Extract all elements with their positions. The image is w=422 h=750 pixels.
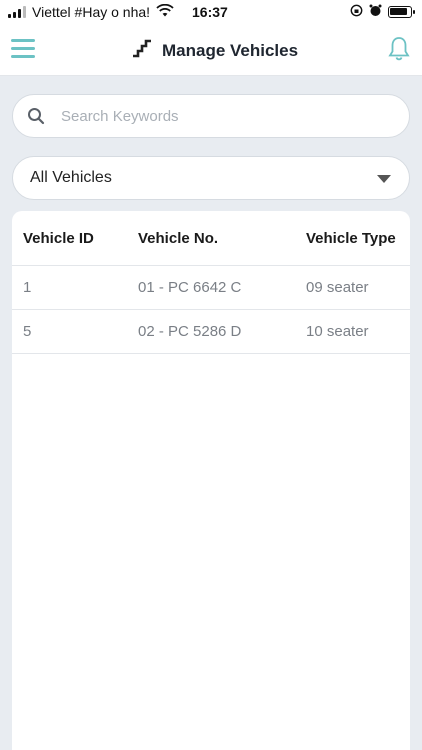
- search-icon: [27, 107, 45, 125]
- page-title: Manage Vehicles: [162, 40, 299, 60]
- search-box: [12, 94, 410, 138]
- status-bar: Viettel #Hay o nha! 16:37: [0, 0, 422, 24]
- cell-vehicle-no: 01 - PC 6642 C: [138, 279, 242, 296]
- vehicles-table: Vehicle ID Vehicle No. Vehicle Type 1 01…: [12, 211, 410, 750]
- battery-icon: [388, 6, 415, 18]
- search-input[interactable]: [61, 107, 391, 125]
- column-header-vehicle-id: Vehicle ID: [23, 230, 94, 247]
- header-title-group: Manage Vehicles: [132, 38, 298, 63]
- app-header: Manage Vehicles: [0, 24, 422, 76]
- stairs-icon: [132, 38, 152, 63]
- carrier-name: Viettel #Hay o nha!: [32, 4, 151, 20]
- column-header-vehicle-no: Vehicle No.: [138, 230, 219, 247]
- dropdown-selected-value: All Vehicles: [30, 169, 112, 186]
- cell-vehicle-type: 09 seater: [306, 279, 369, 296]
- bell-icon[interactable]: [388, 36, 410, 62]
- table-row[interactable]: 5 02 - PC 5286 D 10 seater: [12, 310, 410, 354]
- table-row[interactable]: 1 01 - PC 6642 C 09 seater: [12, 266, 410, 310]
- status-right: [350, 4, 415, 20]
- cell-vehicle-id: 5: [23, 323, 32, 340]
- vehicle-filter-dropdown[interactable]: All Vehicles: [12, 156, 410, 200]
- alarm-icon: [369, 4, 382, 20]
- table-header: Vehicle ID Vehicle No. Vehicle Type: [12, 211, 410, 266]
- chevron-down-icon: [377, 175, 391, 183]
- hamburger-menu-icon[interactable]: [11, 38, 35, 60]
- cell-vehicle-id: 1: [23, 279, 32, 296]
- column-header-vehicle-type: Vehicle Type: [306, 230, 396, 247]
- wifi-icon: [156, 3, 174, 20]
- status-time: 16:37: [192, 4, 228, 20]
- cell-vehicle-type: 10 seater: [306, 323, 369, 340]
- rotation-lock-icon: [350, 4, 363, 20]
- cell-vehicle-no: 02 - PC 5286 D: [138, 323, 242, 340]
- status-left: Viettel #Hay o nha!: [8, 3, 174, 20]
- signal-icon: [8, 6, 26, 18]
